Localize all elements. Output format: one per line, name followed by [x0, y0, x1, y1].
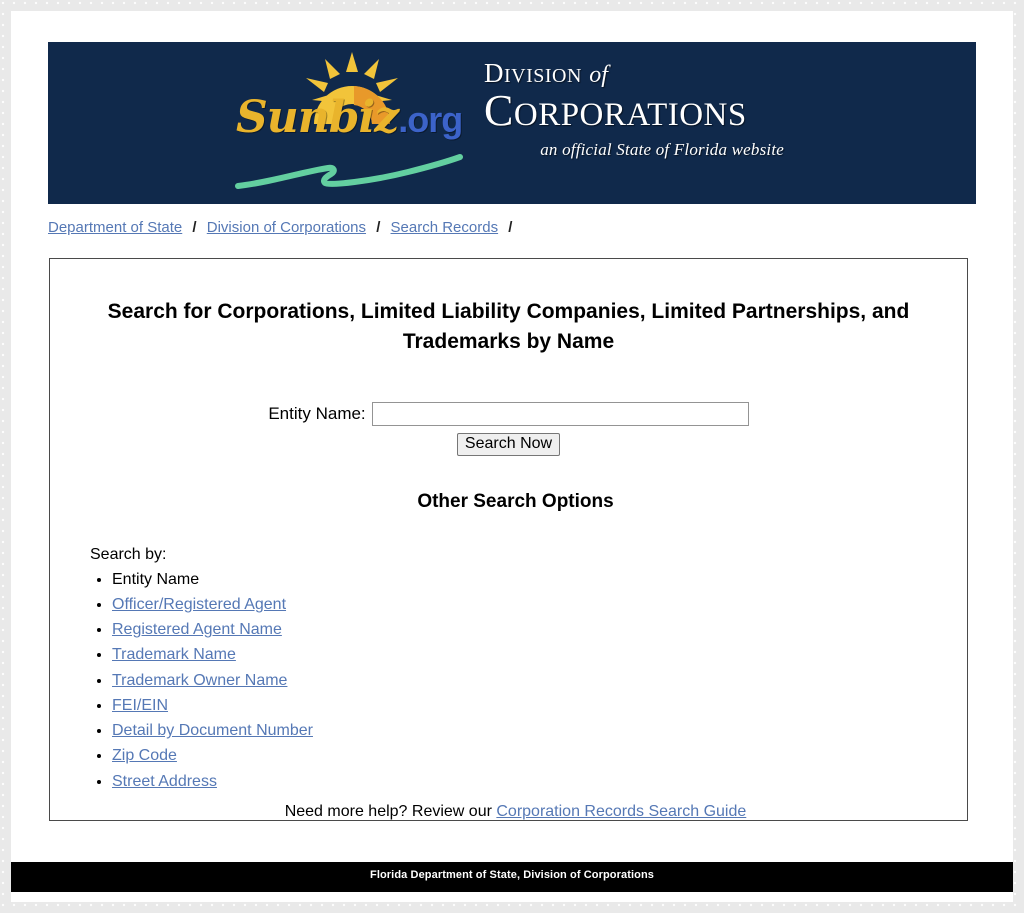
list-item[interactable]: Registered Agent Name: [112, 617, 967, 642]
entity-name-search-row: Entity Name:: [50, 401, 967, 426]
swoosh-icon: [235, 154, 463, 189]
search-panel: Search for Corporations, Limited Liabili…: [49, 258, 968, 821]
help-line: Need more help? Review our Corporation R…: [50, 803, 967, 821]
list-item[interactable]: Trademark Owner Name: [112, 668, 967, 693]
list-item[interactable]: Street Address: [112, 769, 967, 794]
division-of-corporations-logo: DIVISION of CORPORATIONS an official Sta…: [484, 60, 784, 160]
division-line: DIVISION of: [484, 58, 784, 88]
corporation-records-search-guide-link[interactable]: Corporation Records Search Guide: [496, 803, 746, 820]
search-now-button[interactable]: Search Now: [456, 432, 561, 456]
page-container: Sunbiz.org DIVISION of CORPORATIONS an o…: [11, 11, 1013, 902]
page-title: Search for Corporations, Limited Liabili…: [107, 300, 910, 353]
sunbiz-logo[interactable]: Sunbiz.org: [232, 50, 477, 200]
breadcrumb-item-division-of-corporations[interactable]: Division of Corporations: [207, 219, 366, 236]
site-banner: Sunbiz.org DIVISION of CORPORATIONS an o…: [48, 42, 976, 204]
option-officer-registered-agent[interactable]: Officer/Registered Agent: [112, 596, 286, 613]
other-search-options-title: Other Search Options: [417, 490, 614, 512]
option-trademark-name[interactable]: Trademark Name: [112, 646, 236, 663]
breadcrumb-item-department-of-state[interactable]: Department of State: [48, 219, 182, 236]
list-item: Entity Name: [112, 567, 967, 592]
site-footer: Florida Department of State, Division of…: [11, 862, 1013, 892]
corporations-smallcaps: ORPORATIONS: [513, 97, 747, 133]
corporations-line: CORPORATIONS: [484, 86, 784, 135]
sunbiz-wordmark-text: Sunbiz: [236, 92, 399, 143]
entity-name-label: Entity Name:: [268, 403, 366, 423]
help-line-prefix: Need more help? Review our: [284, 803, 492, 821]
division-of-word: of: [589, 62, 608, 88]
search-options-list: Entity Name Officer/Registered Agent Reg…: [50, 567, 967, 794]
option-zip-code[interactable]: Zip Code: [112, 747, 177, 764]
banner-tagline: an official State of Florida website: [540, 139, 784, 159]
option-trademark-owner-name[interactable]: Trademark Owner Name: [112, 672, 287, 689]
breadcrumb-item-search-records[interactable]: Search Records: [391, 219, 499, 236]
breadcrumb-separator: /: [508, 219, 513, 236]
corporations-cap: C: [484, 86, 514, 135]
list-item[interactable]: Detail by Document Number: [112, 718, 967, 743]
breadcrumb-separator: /: [376, 219, 381, 236]
breadcrumb: Department of State / Division of Corpor…: [48, 219, 518, 236]
search-button-row: Search Now: [50, 432, 967, 456]
entity-name-input[interactable]: [371, 401, 749, 426]
search-by-label: Search by:: [90, 545, 167, 563]
list-item[interactable]: Officer/Registered Agent: [112, 592, 967, 617]
division-cap: D: [484, 58, 504, 88]
list-item[interactable]: FEI/EIN: [112, 693, 967, 718]
list-item[interactable]: Zip Code: [112, 743, 967, 768]
breadcrumb-separator: /: [192, 219, 197, 236]
list-item[interactable]: Trademark Name: [112, 642, 967, 667]
option-detail-by-document-number[interactable]: Detail by Document Number: [112, 722, 313, 739]
option-fei-ein[interactable]: FEI/EIN: [112, 697, 168, 714]
option-registered-agent-name[interactable]: Registered Agent Name: [112, 621, 282, 638]
division-smallcaps: IVISION: [504, 65, 582, 87]
sunbiz-wordmark: Sunbiz.org: [236, 92, 463, 143]
sunbiz-org-text: .org: [398, 99, 463, 140]
option-street-address[interactable]: Street Address: [112, 773, 217, 790]
banner-inner: Sunbiz.org DIVISION of CORPORATIONS an o…: [232, 42, 792, 204]
footer-text: Florida Department of State, Division of…: [370, 869, 654, 881]
option-entity-name: Entity Name: [112, 570, 200, 588]
